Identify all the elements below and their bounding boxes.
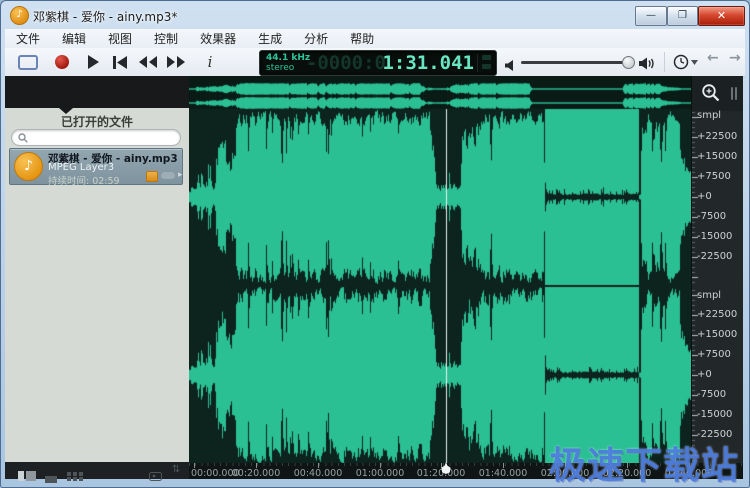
clock-icon [673, 54, 689, 70]
ruler-label: +22500 [697, 309, 743, 320]
minimize-button[interactable]: — [635, 6, 667, 26]
sidebar-tab-strip: ♫ [5, 76, 189, 108]
file-toggle-pill[interactable] [161, 172, 175, 179]
zoom-magnifier-icon[interactable] [701, 83, 721, 103]
panel-title: 已打开的文件 [5, 113, 189, 130]
skip-to-start-button[interactable] [111, 52, 129, 72]
file-duration: 持续时间: 02:59 [48, 173, 120, 187]
play-button[interactable] [85, 52, 101, 72]
modified-badge-icon [146, 171, 158, 182]
app-icon: ♪ [10, 6, 29, 25]
app-window: ♪ 邓紫棋 - 爱你 - ainy.mp3* — ❐ ✕ 文件 编辑 视图 控制… [0, 0, 750, 488]
timeline-label: 01:20.000 [413, 468, 469, 479]
thumbnail-toggle-icon[interactable] [149, 466, 162, 485]
ruler-label: -22500 [697, 251, 743, 262]
timeline-label: 00:40.000 [290, 468, 346, 479]
menu-edit[interactable]: 编辑 [51, 29, 97, 48]
window-title: 邓紫棋 - 爱你 - ainy.mp3* [33, 8, 177, 25]
info-button[interactable]: i [203, 52, 217, 72]
file-format: MPEG Layer3 [48, 162, 114, 173]
view-detail-list-icon[interactable] [18, 466, 36, 485]
ruler-label: +22500 [697, 131, 743, 142]
site-watermark: 极速下载站 [549, 435, 739, 488]
skip-start-icon [113, 56, 127, 69]
search-input[interactable] [11, 129, 181, 146]
ruler-label: +15000 [697, 329, 743, 340]
ruler-unit-ch1: smpl [697, 110, 743, 121]
maximize-button[interactable]: ❐ [667, 6, 698, 26]
ruler-label: +7500 [697, 171, 743, 182]
record-icon [55, 55, 69, 69]
sample-rate-label: 44.1 kHz [266, 53, 310, 63]
ruler-label: -7500 [697, 389, 743, 400]
play-icon [87, 55, 100, 69]
timeline-label: 01:00.000 [352, 468, 408, 479]
menu-control[interactable]: 控制 [143, 29, 189, 48]
panel-icon [18, 55, 38, 70]
time-display: 44.1 kHz stereo -0000:0 1:31.041 [259, 50, 497, 76]
navigate-back-button[interactable]: ← [707, 50, 719, 66]
menu-effects[interactable]: 效果器 [189, 29, 247, 48]
rewind-button[interactable] [137, 52, 159, 72]
chevron-down-icon [691, 60, 698, 65]
time-ghost-digits: -0000:0 [306, 52, 386, 74]
ruler-label: -15000 [697, 231, 743, 242]
search-icon [18, 133, 28, 143]
record-button[interactable] [53, 52, 71, 72]
menu-bar: 文件 编辑 视图 控制 效果器 生成 分析 帮助 [5, 29, 745, 49]
audio-file-icon: ♪ [14, 152, 43, 181]
rewind-icon [139, 56, 157, 68]
ruler-unit-ch2: smpl [697, 290, 743, 301]
panel-toggle-button[interactable] [17, 52, 39, 72]
ruler-label: +15000 [697, 151, 743, 162]
volume-high-icon [639, 55, 655, 74]
file-expand-chevron[interactable]: ▸ [178, 170, 183, 180]
time-mode-button[interactable] [671, 52, 699, 72]
navigate-forward-button[interactable]: → [729, 50, 741, 66]
ruler-grip[interactable] [731, 87, 733, 100]
close-button[interactable]: ✕ [698, 6, 745, 26]
timeline-label: 00:20.000 [228, 468, 284, 479]
view-grid-icon[interactable] [67, 466, 83, 485]
toolbar-separator [664, 52, 665, 72]
fast-forward-button[interactable] [165, 52, 187, 72]
menu-file[interactable]: 文件 [5, 29, 51, 48]
channel-mode-label: stereo [266, 63, 294, 73]
view-compact-list-icon[interactable] [45, 468, 57, 487]
fast-forward-icon [167, 56, 185, 68]
lcd-divider [477, 54, 478, 72]
ruler-grip[interactable] [735, 87, 737, 100]
menu-generate[interactable]: 生成 [247, 29, 293, 48]
sort-icon[interactable]: ⇅ [172, 464, 180, 475]
volume-slider[interactable] [521, 61, 633, 64]
ruler-label: +7500 [697, 349, 743, 360]
ruler-label: -7500 [697, 211, 743, 222]
menu-view[interactable]: 视图 [97, 29, 143, 48]
ruler-label: +0 [697, 369, 743, 380]
volume-low-icon [505, 56, 515, 75]
time-format-button-up[interactable] [482, 55, 491, 60]
time-format-button-down[interactable] [482, 64, 491, 69]
waveform-view[interactable] [189, 76, 691, 463]
sidebar-status-bar: ⇅ [5, 462, 189, 479]
title-bar[interactable]: ♪ 邓紫棋 - 爱你 - ainy.mp3* — ❐ ✕ [1, 1, 749, 29]
timeline-label: 01:40.000 [475, 468, 531, 479]
ruler-label: +0 [697, 191, 743, 202]
toolbar: i 44.1 kHz stereo -0000:0 1:31.041 ← → [5, 48, 745, 77]
file-list-item[interactable]: ♪ 邓紫棋 - 爱你 - ainy.mp3 MPEG Layer3 持续时间: … [9, 148, 183, 185]
ruler-label: -15000 [697, 409, 743, 420]
menu-help[interactable]: 帮助 [339, 29, 385, 48]
menu-analyze[interactable]: 分析 [293, 29, 339, 48]
time-digits: 1:31.041 [382, 52, 474, 74]
volume-slider-thumb[interactable] [622, 56, 635, 69]
